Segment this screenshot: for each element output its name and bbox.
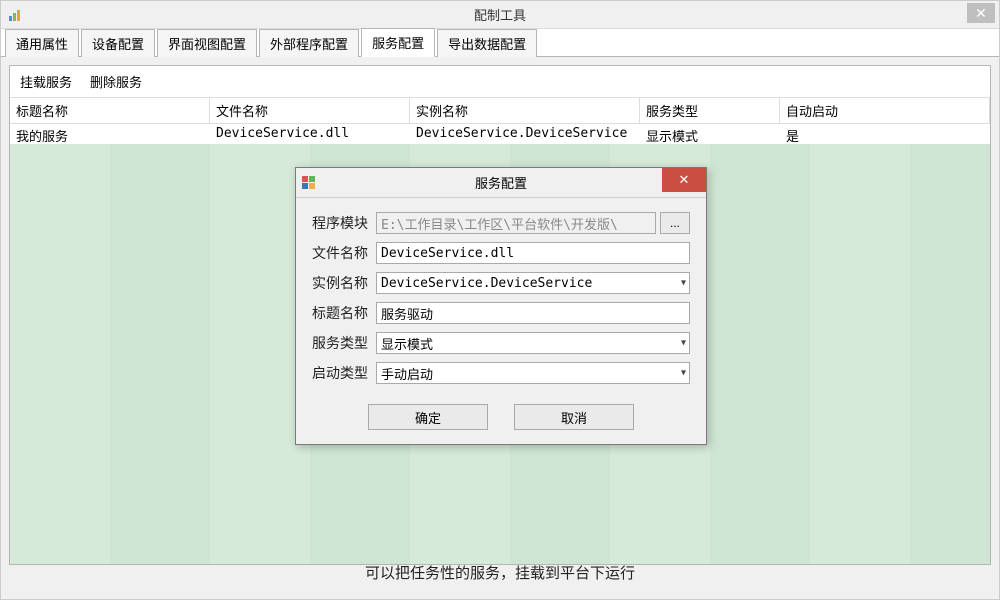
tab-service[interactable]: 服务配置: [361, 28, 435, 57]
type-select[interactable]: [376, 332, 690, 354]
col-header-type[interactable]: 服务类型: [640, 98, 780, 123]
footer-hint: 可以把任务性的服务，挂载到平台下运行: [1, 562, 999, 583]
row-file: 文件名称: [312, 242, 690, 264]
cancel-button[interactable]: 取消: [514, 404, 634, 430]
dialog-buttons: 确定 取消: [296, 398, 706, 444]
col-header-autostart[interactable]: 自动启动: [780, 98, 990, 123]
label-startup: 启动类型: [312, 363, 376, 383]
tab-device[interactable]: 设备配置: [81, 29, 155, 57]
file-input[interactable]: [376, 242, 690, 264]
col-header-instance[interactable]: 实例名称: [410, 98, 640, 123]
browse-button[interactable]: ...: [660, 212, 690, 234]
label-instance: 实例名称: [312, 273, 376, 293]
tab-export[interactable]: 导出数据配置: [437, 29, 537, 57]
label-type: 服务类型: [312, 333, 376, 353]
dialog-close-button[interactable]: ✕: [662, 168, 706, 192]
label-module: 程序模块: [312, 213, 376, 233]
title-input[interactable]: [376, 302, 690, 324]
label-title: 标题名称: [312, 303, 376, 323]
dialog-title: 服务配置: [296, 173, 706, 192]
tab-external[interactable]: 外部程序配置: [259, 29, 359, 57]
ok-button[interactable]: 确定: [368, 404, 488, 430]
service-toolbar: 挂载服务 删除服务: [10, 66, 990, 97]
instance-select[interactable]: [376, 272, 690, 294]
row-type: 服务类型 ▾: [312, 332, 690, 354]
close-icon: ✕: [975, 5, 987, 22]
col-header-file[interactable]: 文件名称: [210, 98, 410, 123]
label-file: 文件名称: [312, 243, 376, 263]
row-module: 程序模块 ...: [312, 212, 690, 234]
service-config-dialog: 服务配置 ✕ 程序模块 ... 文件名称 实例名称 ▾: [295, 167, 707, 445]
window-close-button[interactable]: ✕: [967, 3, 995, 23]
col-header-title[interactable]: 标题名称: [10, 98, 210, 123]
close-icon: ✕: [679, 172, 690, 188]
main-tabs: 通用属性 设备配置 界面视图配置 外部程序配置 服务配置 导出数据配置: [1, 29, 999, 57]
row-title: 标题名称: [312, 302, 690, 324]
tab-general[interactable]: 通用属性: [5, 29, 79, 57]
startup-select[interactable]: [376, 362, 690, 384]
dialog-titlebar[interactable]: 服务配置 ✕: [296, 168, 706, 198]
main-window: 配制工具 ✕ 通用属性 设备配置 界面视图配置 外部程序配置 服务配置 导出数据…: [0, 0, 1000, 600]
remove-service-button[interactable]: 删除服务: [90, 72, 142, 91]
tab-view[interactable]: 界面视图配置: [157, 29, 257, 57]
main-titlebar: 配制工具 ✕: [1, 1, 999, 29]
dialog-body: 程序模块 ... 文件名称 实例名称 ▾ 标题名称 服务类型: [296, 198, 706, 398]
grid-header: 标题名称 文件名称 实例名称 服务类型 自动启动: [10, 97, 990, 124]
mount-service-button[interactable]: 挂载服务: [20, 72, 72, 91]
row-startup: 启动类型 ▾: [312, 362, 690, 384]
window-title: 配制工具: [1, 5, 999, 24]
module-input[interactable]: [376, 212, 656, 234]
row-instance: 实例名称 ▾: [312, 272, 690, 294]
